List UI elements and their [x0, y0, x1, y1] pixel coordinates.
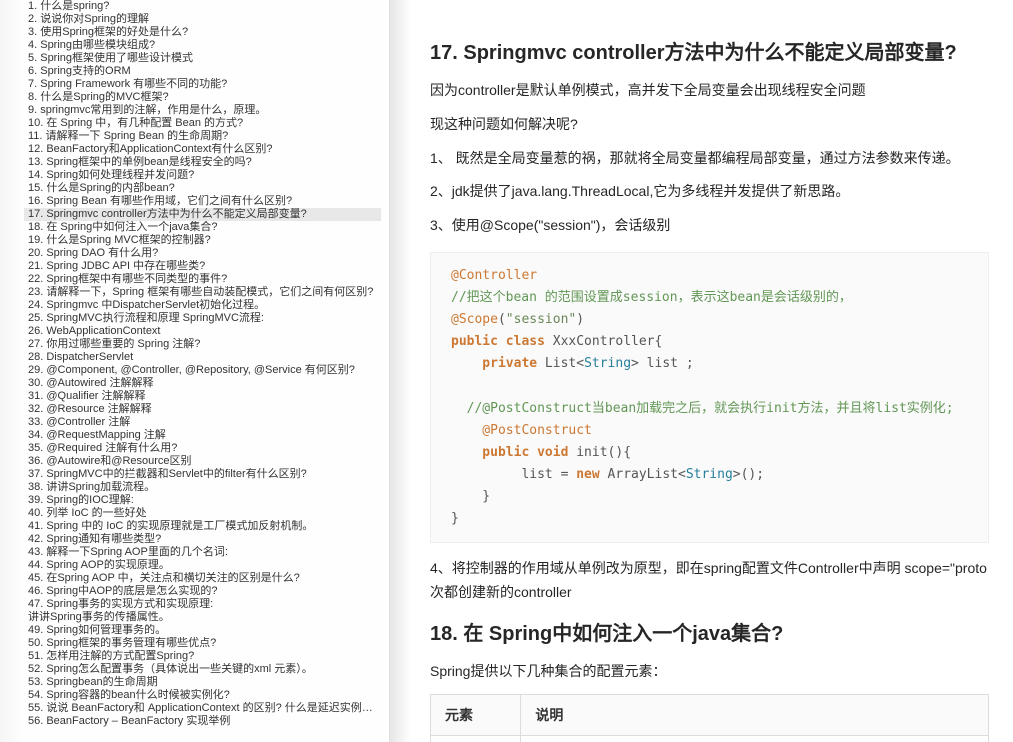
section-17-item1: 1、 既然是全局变量惹的祸，那就将全局变量都编程局部变量，通过方法参数来传递。: [430, 147, 989, 171]
code-line: ): [576, 312, 584, 327]
code-comment: //把这个bean 的范围设置成session，表示这bean是会话级别的，: [451, 290, 852, 305]
table-header-element: 元素: [431, 694, 521, 735]
toc-item[interactable]: 54. Spring容器的bean什么时候被实例化?: [24, 689, 381, 702]
toc-item[interactable]: 56. BeanFactory – BeanFactory 实现举例: [24, 715, 381, 728]
code-line: List<: [537, 356, 584, 371]
code-line: > list ;: [631, 356, 694, 371]
table-cell-key: list: [431, 735, 521, 742]
toc-item[interactable]: 51. 怎样用注解的方式配置Spring?: [24, 650, 381, 663]
toc-item[interactable]: 35. @Required 注解有什么用?: [24, 442, 381, 455]
code-line: }: [451, 511, 459, 526]
code-line: list =: [451, 467, 576, 482]
toc-item[interactable]: 3. 使用Spring框架的好处是什么?: [24, 26, 381, 39]
toc-item[interactable]: 55. 说说 BeanFactory和 ApplicationContext 的…: [24, 702, 381, 715]
toc-item[interactable]: 19. 什么是Spring MVC框架的控制器?: [24, 234, 381, 247]
toc-item[interactable]: 38. 讲讲Spring加载流程。: [24, 481, 381, 494]
toc-item[interactable]: 45. 在Spring AOP 中，关注点和横切关注的区别是什么?: [24, 572, 381, 585]
code-kw: private: [451, 356, 537, 371]
toc-item[interactable]: 50. Spring框架的事务管理有哪些优点?: [24, 637, 381, 650]
toc-item[interactable]: 46. Spring中AOP的底层是怎么实现的?: [24, 585, 381, 598]
toc-item[interactable]: 41. Spring 中的 IoC 的实现原理就是工厂模式加反射机制。: [24, 520, 381, 533]
code-anno: @PostConstruct: [451, 423, 592, 438]
toc-item[interactable]: 11. 请解释一下 Spring Bean 的生命周期?: [24, 130, 381, 143]
section-17-heading: 17. Springmvc controller方法中为什么不能定义局部变量?: [430, 36, 989, 65]
toc-item[interactable]: 24. Springmvc 中DispatcherServlet初始化过程。: [24, 299, 381, 312]
toc-item[interactable]: 20. Spring DAO 有什么用?: [24, 247, 381, 260]
toc-item[interactable]: 讲讲Spring事务的传播属性。: [24, 611, 381, 624]
section-17-p1: 因为controller是默认单例模式，高并发下全局变量会出现线程安全问题: [430, 79, 989, 103]
toc-item[interactable]: 4. Spring由哪些模块组成?: [24, 39, 381, 52]
toc-item[interactable]: 6. Spring支持的ORM: [24, 65, 381, 78]
toc-item[interactable]: 40. 列举 IoC 的一些好处: [24, 507, 381, 520]
toc-item[interactable]: 53. Springbean的生命周期: [24, 676, 381, 689]
toc-item[interactable]: 43. 解释一下Spring AOP里面的几个名词:: [24, 546, 381, 559]
toc-item[interactable]: 13. Spring框架中的单例bean是线程安全的吗?: [24, 156, 381, 169]
toc-item[interactable]: 47. Spring事务的实现方式和实现原理:: [24, 598, 381, 611]
section-18-heading: 18. 在 Spring中如何注入一个java集合?: [430, 617, 989, 646]
toc-item[interactable]: 49. Spring如何管理事务的。: [24, 624, 381, 637]
toc-item[interactable]: 12. BeanFactory和ApplicationContext有什么区别?: [24, 143, 381, 156]
code-line: @Scope: [451, 312, 498, 327]
code-line: @Controller: [451, 268, 537, 283]
toc-item[interactable]: 36. @Autowire和@Resource区别: [24, 455, 381, 468]
toc-item[interactable]: 30. @Autowired 注解解释: [24, 377, 381, 390]
toc-item[interactable]: 17. Springmvc controller方法中为什么不能定义局部变量?: [24, 208, 381, 221]
code-kw: public class: [451, 334, 545, 349]
code-comment: //@PostConstruct当bean加载完之后，就会执行init方法，并且…: [451, 401, 954, 416]
toc-item[interactable]: 31. @Qualifier 注解解释: [24, 390, 381, 403]
section-18-p1: Spring提供以下几种集合的配置元素：: [430, 660, 989, 684]
toc-item[interactable]: 7. Spring Framework 有哪些不同的功能?: [24, 78, 381, 91]
toc-item[interactable]: 23. 请解释一下，Spring 框架有哪些自动装配模式，它们之间有何区别?: [24, 286, 381, 299]
collection-table: 元素 说明 list 类型用于注入一列值，允许有相同的值。 set 类型用于注入…: [430, 694, 989, 742]
toc-item[interactable]: 42. Spring通知有哪些类型?: [24, 533, 381, 546]
table-header-desc: 说明: [521, 694, 989, 735]
section-17-item3: 3、使用@Scope("session")，会话级别: [430, 214, 989, 238]
toc-item[interactable]: 10. 在 Spring 中，有几种配置 Bean 的方式?: [24, 117, 381, 130]
code-line: XxxController{: [545, 334, 662, 349]
toc-item[interactable]: 5. Spring框架使用了哪些设计模式: [24, 52, 381, 65]
toc-item[interactable]: 25. SpringMVC执行流程和原理 SpringMVC流程:: [24, 312, 381, 325]
toc-item[interactable]: 32. @Resource 注解解释: [24, 403, 381, 416]
content-pane: 17. Springmvc controller方法中为什么不能定义局部变量? …: [390, 0, 1013, 742]
code-type: String: [686, 467, 733, 482]
section-17-item2: 2、jdk提供了java.lang.ThreadLocal,它为多线程并发提供了…: [430, 180, 989, 204]
code-line: init(){: [568, 445, 631, 460]
toc-item[interactable]: 21. Spring JDBC API 中存在哪些类?: [24, 260, 381, 273]
toc-item[interactable]: 34. @RequestMapping 注解: [24, 429, 381, 442]
toc-item[interactable]: 22. Spring框架中有哪些不同类型的事件?: [24, 273, 381, 286]
toc-item[interactable]: 2. 说说你对Spring的理解: [24, 13, 381, 26]
code-line: ArrayList<: [600, 467, 686, 482]
toc-item[interactable]: 39. Spring的IOC理解:: [24, 494, 381, 507]
sidebar: 1. 什么是spring?2. 说说你对Spring的理解3. 使用Spring…: [0, 0, 390, 742]
toc-list: 1. 什么是spring?2. 说说你对Spring的理解3. 使用Spring…: [0, 0, 389, 728]
code-line: (: [498, 312, 506, 327]
toc-item[interactable]: 9. springmvc常用到的注解，作用是什么，原理。: [24, 104, 381, 117]
toc-item[interactable]: 1. 什么是spring?: [24, 0, 381, 13]
code-kw: public void: [451, 445, 568, 460]
toc-item[interactable]: 28. DispatcherServlet: [24, 351, 381, 364]
code-string: "session": [506, 312, 576, 327]
code-type: String: [584, 356, 631, 371]
section-17-item4: 4、将控制器的作用域从单例改为原型，即在spring配置文件Controller…: [430, 557, 989, 605]
toc-item[interactable]: 14. Spring如何处理线程并发问题?: [24, 169, 381, 182]
code-kw: new: [576, 467, 599, 482]
table-cell-val: 类型用于注入一列值，允许有相同的值。: [521, 735, 989, 742]
code-line: }: [451, 489, 490, 504]
toc-item[interactable]: 15. 什么是Spring的内部bean?: [24, 182, 381, 195]
toc-item[interactable]: 16. Spring Bean 有哪些作用域，它们之间有什么区别?: [24, 195, 381, 208]
toc-item[interactable]: 37. SpringMVC中的拦截器和Servlet中的filter有什么区别?: [24, 468, 381, 481]
toc-item[interactable]: 27. 你用过哪些重要的 Spring 注解?: [24, 338, 381, 351]
section-17-p2: 现这种问题如何解决呢?: [430, 113, 989, 137]
toc-item[interactable]: 52. Spring怎么配置事务（具体说出一些关键的xml 元素）。: [24, 663, 381, 676]
toc-item[interactable]: 29. @Component, @Controller, @Repository…: [24, 364, 381, 377]
code-line: >();: [733, 467, 764, 482]
toc-item[interactable]: 44. Spring AOP的实现原理。: [24, 559, 381, 572]
toc-item[interactable]: 26. WebApplicationContext: [24, 325, 381, 338]
toc-item[interactable]: 18. 在 Spring中如何注入一个java集合?: [24, 221, 381, 234]
toc-item[interactable]: 8. 什么是Spring的MVC框架?: [24, 91, 381, 104]
table-row: list 类型用于注入一列值，允许有相同的值。: [431, 735, 989, 742]
toc-item[interactable]: 33. @Controller 注解: [24, 416, 381, 429]
code-block: @Controller //把这个bean 的范围设置成session，表示这b…: [430, 252, 989, 543]
